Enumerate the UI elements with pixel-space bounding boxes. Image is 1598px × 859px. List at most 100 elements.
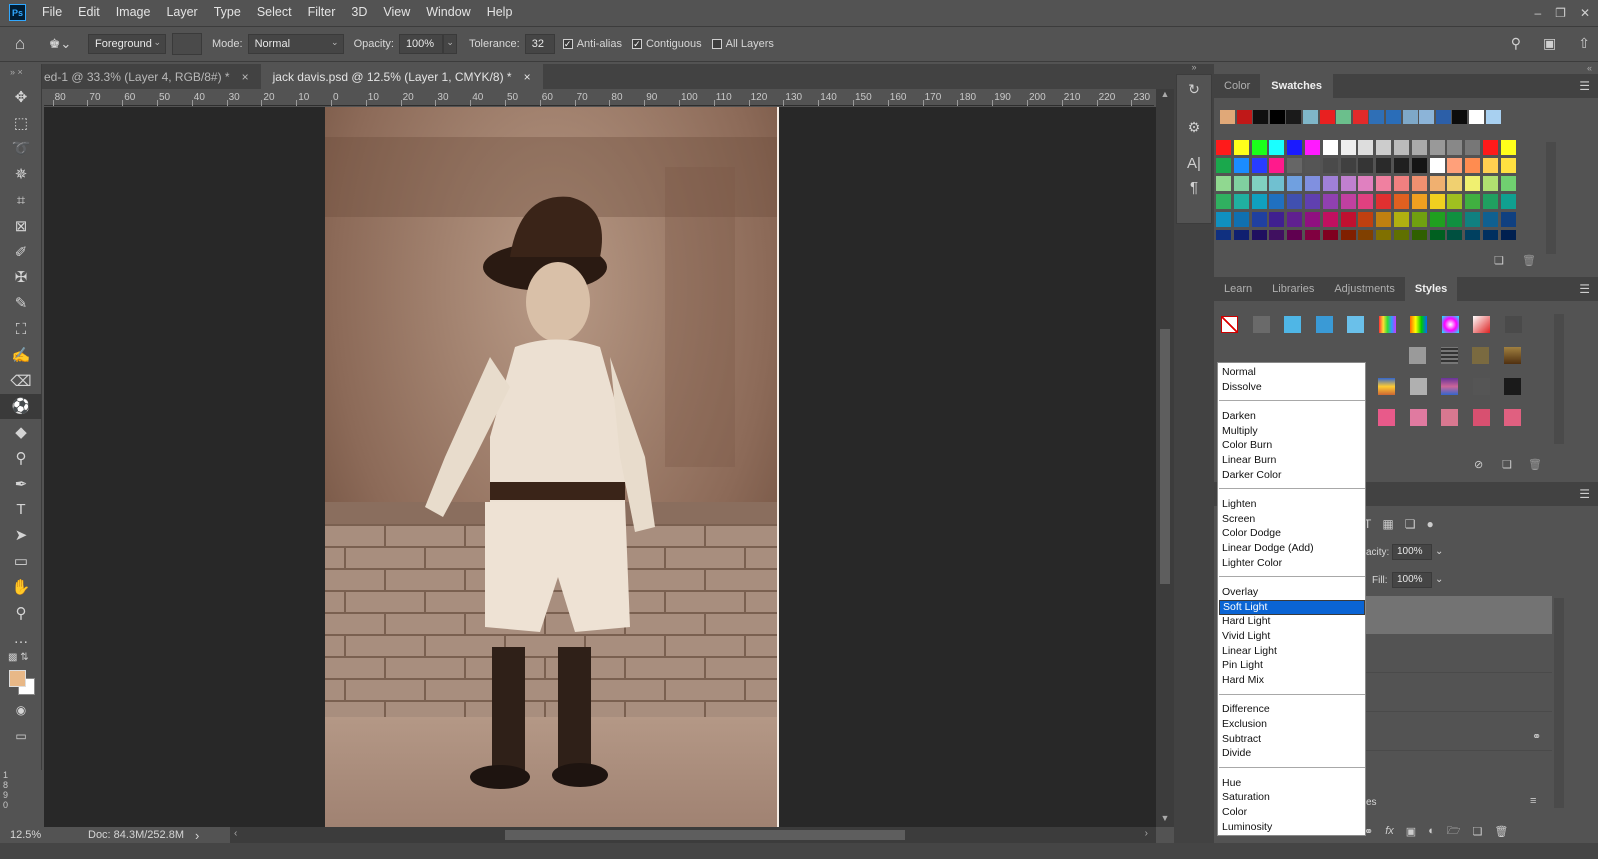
- swatch[interactable]: [1336, 110, 1352, 124]
- swatch[interactable]: [1305, 194, 1320, 209]
- adjustment-layer-icon[interactable]: ◐: [1428, 825, 1435, 837]
- swatch[interactable]: [1358, 194, 1374, 209]
- path-select-icon[interactable]: ➤: [0, 523, 42, 549]
- right-dock-collapse-icon[interactable]: «: [1587, 63, 1592, 73]
- scroll-down-icon[interactable]: ▼: [1156, 813, 1174, 823]
- swatch[interactable]: [1269, 158, 1285, 173]
- home-icon[interactable]: ⌂: [0, 34, 40, 54]
- blend-mode-option[interactable]: Hard Mix: [1219, 673, 1365, 688]
- swatch[interactable]: [1500, 194, 1516, 209]
- menu-3d[interactable]: 3D: [343, 0, 375, 25]
- pink-texture-style-icon[interactable]: [1441, 409, 1458, 426]
- swatch[interactable]: [1465, 176, 1481, 191]
- blend-mode-option[interactable]: Subtract: [1219, 732, 1365, 747]
- swatch[interactable]: [1216, 140, 1231, 155]
- swatch[interactable]: [1340, 230, 1356, 240]
- gray-bevel-style-icon[interactable]: [1409, 347, 1426, 364]
- swatch[interactable]: [1233, 176, 1249, 191]
- bronze-style-icon[interactable]: [1503, 347, 1521, 364]
- dots-style-icon[interactable]: [1472, 378, 1490, 395]
- delete-style-icon[interactable]: 🗑: [1528, 458, 1542, 471]
- swatch[interactable]: [1251, 230, 1267, 240]
- swatch-scrollbar[interactable]: [1546, 142, 1556, 254]
- menu-select[interactable]: Select: [249, 0, 300, 25]
- fx-icon[interactable]: fx: [1385, 825, 1394, 837]
- swatch[interactable]: [1411, 158, 1427, 173]
- swatch[interactable]: [1251, 194, 1267, 209]
- blend-mode-option[interactable]: Lighter Color: [1219, 556, 1365, 571]
- restore-icon[interactable]: ❐: [1555, 6, 1566, 20]
- swatch[interactable]: [1429, 194, 1445, 209]
- swatch[interactable]: [1340, 140, 1356, 155]
- mode-select[interactable]: Normal ⌄: [247, 34, 344, 54]
- swatch[interactable]: [1394, 176, 1409, 191]
- minimize-icon[interactable]: –: [1534, 6, 1541, 20]
- healing-icon[interactable]: ✠: [0, 265, 42, 291]
- swatch[interactable]: [1251, 176, 1267, 191]
- swatch[interactable]: [1269, 140, 1285, 155]
- close-icon[interactable]: ✕: [1580, 6, 1590, 20]
- swatch[interactable]: [1369, 110, 1385, 124]
- eraser-icon[interactable]: ⌫: [0, 368, 42, 394]
- swatch[interactable]: [1216, 176, 1231, 191]
- swatch[interactable]: [1358, 212, 1374, 227]
- tolerance-input[interactable]: 32: [524, 34, 555, 54]
- frame-icon[interactable]: ⊠: [0, 213, 42, 239]
- link-icon[interactable]: ⚭: [1532, 730, 1541, 743]
- lasso-icon[interactable]: ➰: [0, 136, 42, 162]
- blend-mode-option[interactable]: Darker Color: [1219, 468, 1365, 483]
- swatch[interactable]: [1233, 140, 1249, 155]
- swatch[interactable]: [1429, 212, 1445, 227]
- swatch[interactable]: [1322, 230, 1338, 240]
- swatch[interactable]: [1411, 212, 1427, 227]
- blend-mode-option[interactable]: Soft Light: [1219, 599, 1365, 615]
- pattern-picker[interactable]: [172, 33, 202, 55]
- swatch[interactable]: [1303, 110, 1318, 124]
- smart-object-filter-icon[interactable]: ❏: [1405, 517, 1416, 531]
- blend-mode-option[interactable]: Linear Dodge (Add): [1219, 541, 1365, 556]
- swatch[interactable]: [1394, 212, 1409, 227]
- delete-layer-icon[interactable]: 🗑: [1494, 825, 1508, 838]
- swatch[interactable]: [1394, 194, 1409, 209]
- blue-frame-style-icon[interactable]: [1315, 316, 1333, 333]
- blue-style-icon[interactable]: [1284, 316, 1301, 333]
- zoom-icon[interactable]: ⚲: [0, 600, 42, 626]
- menu-type[interactable]: Type: [206, 0, 249, 25]
- paint-bucket-icon[interactable]: ⚽: [0, 393, 42, 420]
- tab-adjustments[interactable]: Adjustments: [1324, 277, 1405, 301]
- swatch[interactable]: [1233, 230, 1249, 240]
- filter-toggle-icon[interactable]: ●: [1426, 517, 1433, 531]
- swatch[interactable]: [1322, 176, 1338, 191]
- swatch[interactable]: [1376, 212, 1392, 227]
- marquee-icon[interactable]: ⬚: [0, 110, 42, 136]
- swap-colors-icon[interactable]: ▩ ⇅: [0, 652, 41, 668]
- crop-icon[interactable]: ⌗: [0, 187, 42, 213]
- swatch[interactable]: [1358, 230, 1374, 240]
- history-panel-icon[interactable]: ↻: [1177, 81, 1211, 105]
- blend-mode-option[interactable]: Dissolve: [1219, 380, 1365, 395]
- screen-mode-icon[interactable]: ▭: [0, 723, 42, 749]
- close-icon[interactable]: ×: [242, 70, 249, 84]
- history-brush-icon[interactable]: ✍: [0, 342, 42, 368]
- layers-scrollbar[interactable]: [1554, 598, 1564, 808]
- opacity-input[interactable]: 100%: [398, 34, 443, 54]
- shape-filter-icon[interactable]: ▦: [1382, 517, 1393, 531]
- character-panel-icon[interactable]: A|: [1177, 155, 1211, 179]
- swatch[interactable]: [1376, 158, 1392, 173]
- blend-mode-option[interactable]: Exclusion: [1219, 717, 1365, 732]
- swatch[interactable]: [1322, 158, 1338, 173]
- swatch[interactable]: [1322, 194, 1338, 209]
- swatch[interactable]: [1251, 140, 1267, 155]
- red-texture-style-icon[interactable]: [1472, 409, 1490, 426]
- tab-color[interactable]: Color: [1214, 74, 1260, 98]
- swatch[interactable]: [1469, 110, 1484, 124]
- color-spot-style-icon[interactable]: [1441, 316, 1459, 333]
- swatch[interactable]: [1429, 176, 1445, 191]
- magic-wand-icon[interactable]: ✵: [0, 161, 42, 187]
- swatch[interactable]: [1500, 140, 1516, 155]
- quick-mask-icon[interactable]: ◉: [0, 698, 42, 724]
- swatch[interactable]: [1216, 194, 1231, 209]
- blend-mode-option[interactable]: Vivid Light: [1219, 629, 1365, 644]
- swatch[interactable]: [1386, 110, 1401, 124]
- menu-edit[interactable]: Edit: [70, 0, 108, 25]
